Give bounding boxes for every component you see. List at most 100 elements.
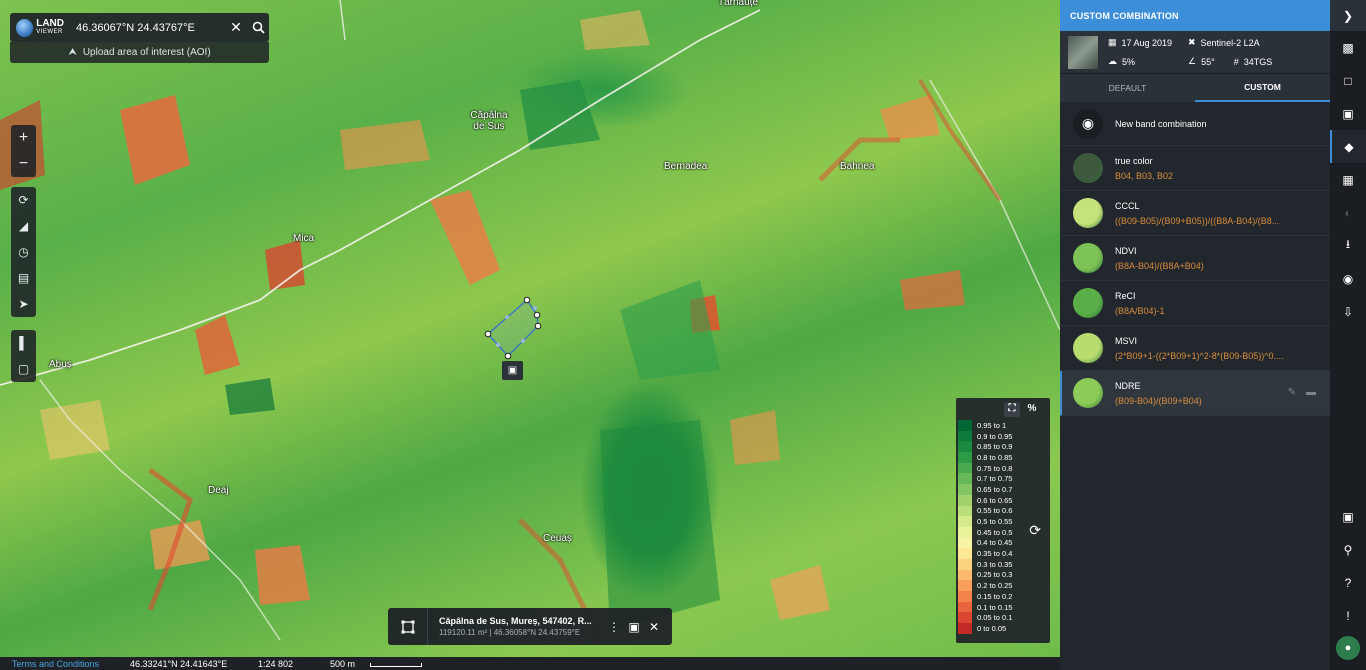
profile-avatar[interactable]: ● (1336, 636, 1360, 660)
help-icon[interactable]: ? (1330, 566, 1366, 599)
map-canvas[interactable]: Tărnăuțe Căpâlna de Sus Bernadea Bahnea … (0, 0, 1060, 670)
comment-icon[interactable]: ▣ (1330, 500, 1366, 533)
legend-label: 0.15 to 0.2 (977, 591, 1013, 601)
3d-cube-icon[interactable]: ▢ (11, 356, 36, 382)
place-label: Mica (293, 233, 315, 244)
close-icon[interactable]: ✕ (644, 620, 664, 634)
legend-label: 0 to 0.05 (977, 623, 1007, 633)
band-item-true-color[interactable]: true color B04, B03, B02 (1060, 146, 1330, 191)
share-icon[interactable]: ➤ (11, 291, 36, 317)
legend-label: 0.1 to 0.15 (977, 602, 1013, 612)
globe-icon[interactable]: ◉ (1330, 262, 1366, 295)
code-icon[interactable]: ▩ (1330, 31, 1366, 64)
legend-item: 0.25 to 0.3 (956, 569, 1050, 581)
legend-item: 0 to 0.05 (956, 623, 1050, 634)
cart-icon[interactable]: ⚲ (1330, 533, 1366, 566)
zoom-in-icon[interactable]: + (11, 125, 36, 151)
collapse-panel-icon[interactable]: ❯ (1330, 0, 1366, 31)
tab-custom[interactable]: CUSTOM (1195, 74, 1330, 102)
band-formula: (B8A-B04)/(B8A+B04) (1115, 260, 1204, 271)
legend-item: 0.05 to 0.1 (956, 612, 1050, 624)
place-label: Bernadea (664, 161, 708, 172)
satellite-icon: ✖ (1188, 37, 1196, 47)
analytics-icon[interactable]: ▦ (1330, 163, 1366, 196)
band-name: NDRE (1115, 380, 1141, 391)
legend-item: 0.4 to 0.45 (956, 537, 1050, 549)
save-aoi-icon[interactable]: ▣ (502, 361, 523, 380)
aoi-polygon (486, 298, 539, 358)
band-formula: (2*B09+1-((2*B09+1)^2-8*(B09-B05))^0.... (1115, 350, 1284, 361)
legend-swatch (958, 558, 972, 570)
delete-icon[interactable]: ▬ (1306, 387, 1316, 398)
place-label: Deaj (208, 485, 229, 496)
image-icon[interactable]: ▣ (1330, 97, 1366, 130)
band-item-ndvi[interactable]: NDVI (B8A-B04)/(B8A+B04) (1060, 236, 1330, 281)
map-scale: 1:24 802 (258, 658, 294, 669)
panel-title: CUSTOM COMBINATION (1060, 0, 1330, 31)
zoom-out-icon[interactable]: − (11, 151, 36, 177)
upload-aoi-button[interactable]: ⮝ Upload area of interest (AOI) (10, 42, 269, 63)
aoi-icon[interactable]: □ (1330, 64, 1366, 97)
search-input[interactable]: 46.36067°N 24.43767°E (64, 22, 225, 34)
band-name: CCCL (1115, 200, 1140, 211)
band-name: MSVI (1115, 335, 1138, 346)
legend-swatch (958, 623, 972, 634)
legend-label: 0.7 to 0.75 (977, 474, 1013, 484)
more-icon[interactable]: ⋮ (604, 620, 624, 634)
close-icon[interactable]: ✕ (225, 13, 247, 42)
legend-swatch (958, 452, 972, 463)
status-bar: Terms and Conditions 46.33241°N 24.41643… (0, 657, 1060, 670)
map-terrain (0, 0, 1060, 642)
band-item-cccl[interactable]: CCCL ((B09-B05)/(B09+B05))/((B8A-B04)/(B8… (1060, 191, 1330, 236)
save-icon[interactable]: ▣ (624, 620, 644, 634)
tab-default[interactable]: DEFAULT (1060, 74, 1195, 102)
legend-swatch (958, 580, 972, 591)
time-icon[interactable]: ◷ (11, 239, 36, 265)
tile-icon: # (1233, 56, 1239, 67)
legend-swatch (958, 420, 972, 431)
place-label: Abuș (49, 359, 72, 370)
edit-icon[interactable]: ✎ (1288, 387, 1296, 398)
band-thumbnail (1073, 378, 1103, 408)
band-item-reci[interactable]: ReCI (B8A/B04)-1 (1060, 281, 1330, 326)
search-bar: LAND VIEWER 46.36067°N 24.43767°E ✕ (10, 13, 269, 42)
feedback-icon[interactable]: ! (1330, 599, 1366, 632)
band-formula: B04, B03, B02 (1115, 170, 1174, 181)
map-book-icon[interactable]: ▤ (11, 265, 36, 291)
aoi-shape-icon[interactable] (388, 608, 428, 645)
legend-swatch (958, 441, 972, 453)
legend-swatch (958, 537, 972, 549)
band-item-msvi[interactable]: MSVI (2*B09+1-((2*B09+1)^2-8*(B09-B05))^0… (1060, 326, 1330, 371)
new-band-combination-button[interactable]: ◉ New band combination (1060, 102, 1330, 146)
legend-label: 0.65 to 0.7 (977, 484, 1013, 494)
percent-toggle[interactable]: % (1024, 403, 1040, 417)
legend-label: 0.85 to 0.9 (977, 442, 1013, 452)
terms-link[interactable]: Terms and Conditions (0, 659, 130, 669)
legend-swatch (958, 473, 972, 485)
search-icon[interactable] (247, 13, 269, 42)
legend-item: 0.7 to 0.75 (956, 473, 1050, 485)
legend-item: 0.8 to 0.85 (956, 452, 1050, 463)
legend-item: 0.9 to 0.95 (956, 430, 1050, 442)
legend-label: 0.4 to 0.45 (977, 538, 1013, 548)
legend-item: 0.75 to 0.8 (956, 462, 1050, 474)
download-icon[interactable]: ⭳ (1330, 229, 1366, 262)
legend-label: 0.75 to 0.8 (977, 463, 1013, 473)
rotate-icon[interactable]: ⟳ (11, 187, 36, 213)
refresh-icon[interactable]: ⟳ (1029, 522, 1041, 539)
band-name: ReCI (1115, 290, 1136, 301)
custom-combination-panel: CUSTOM COMBINATION ▦ 17 Aug 2019 ✖ Sentine… (1060, 0, 1330, 670)
chart-icon[interactable]: ▌ (11, 330, 36, 356)
scene-thumbnail[interactable] (1068, 35, 1098, 69)
legend-item: 0.95 to 1 (956, 420, 1050, 431)
band-formula: ((B09-B05)/(B09+B05))/((B8A-B04)/(B8... (1115, 215, 1280, 226)
scale-bar (370, 663, 422, 667)
legend-label: 0.5 to 0.55 (977, 517, 1013, 527)
fullscreen-icon[interactable]: ⛶ (1004, 403, 1020, 417)
measure-icon[interactable]: ◢ (11, 213, 36, 239)
legend-item: 0.15 to 0.2 (956, 591, 1050, 602)
layers-icon[interactable]: ◆ (1330, 130, 1366, 163)
band-item-ndre[interactable]: NDRE (B09-B04)/(B09+B04) ✎ ▬ (1060, 371, 1330, 416)
download-circle-icon[interactable]: ⇩ (1330, 295, 1366, 328)
logo[interactable]: LAND VIEWER (10, 13, 64, 42)
